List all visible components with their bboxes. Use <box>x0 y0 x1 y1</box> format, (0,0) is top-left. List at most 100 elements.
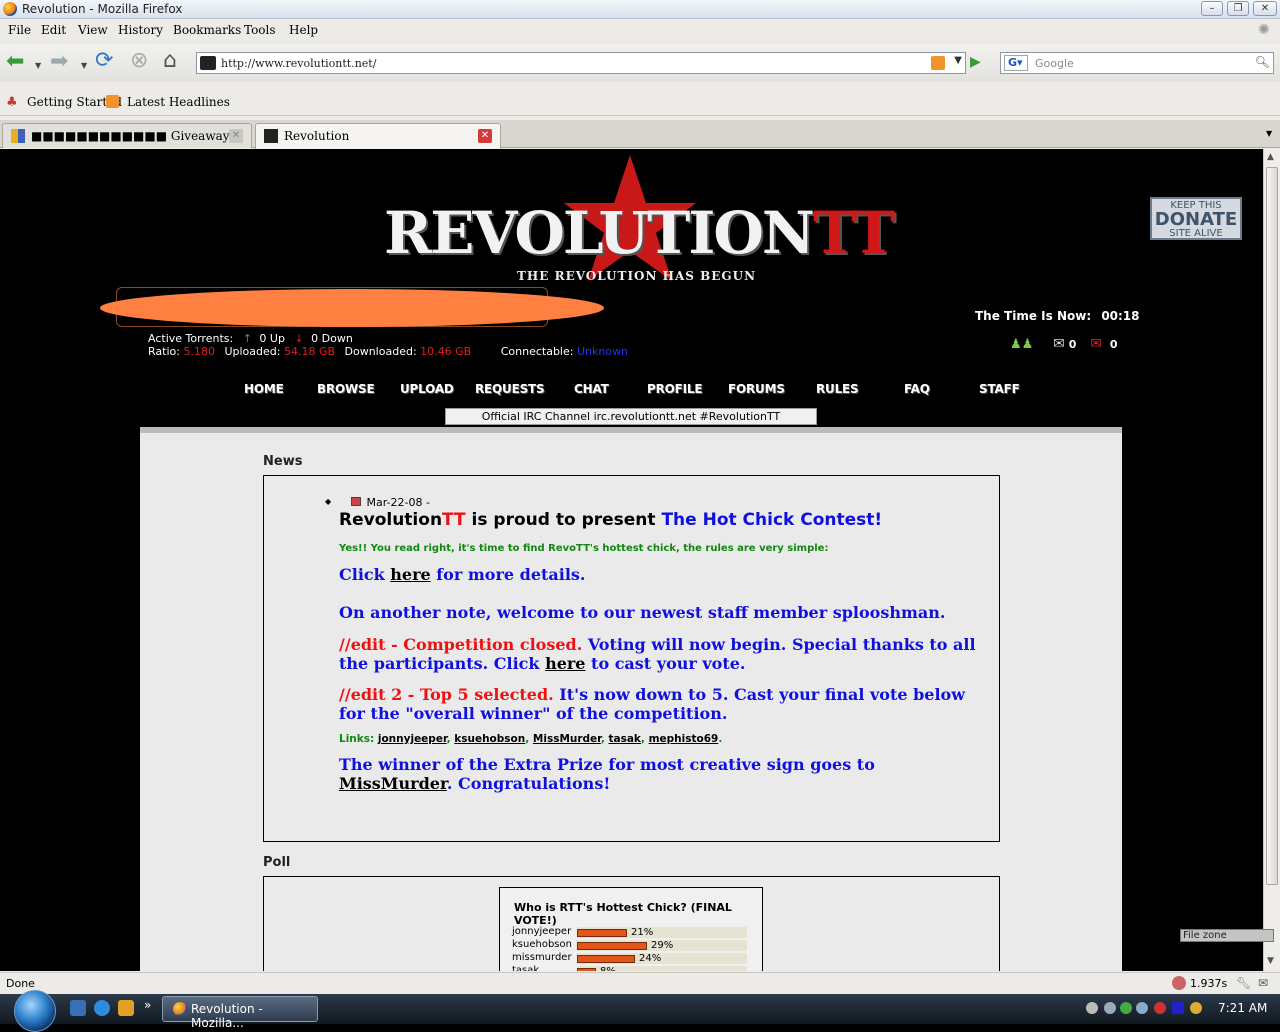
maximize-button[interactable]: ❐ <box>1227 1 1249 16</box>
menu-bar: File Edit View History Bookmarks Tools H… <box>0 20 1280 42</box>
message-icons: ♟♟ ✉ 0 ✉ 0 <box>1010 336 1117 352</box>
headline-contest: The Hot Chick Contest! <box>661 510 883 530</box>
scroll-down-icon[interactable]: ▼ <box>1267 956 1274 966</box>
vote-link[interactable]: here <box>545 654 585 673</box>
tray-icon-3[interactable] <box>1120 1002 1132 1014</box>
nav-chat[interactable]: CHAT <box>574 382 609 396</box>
minimize-button[interactable]: – <box>1201 1 1223 16</box>
home-icon[interactable]: ⌂ <box>163 49 177 73</box>
downloaded-label: Downloaded: <box>344 345 417 358</box>
active-torrents-label: Active Torrents: <box>148 332 234 345</box>
poll-box: Who is RTT's Hottest Chick? (FINAL VOTE!… <box>263 876 1000 971</box>
go-icon[interactable]: ▶ <box>970 54 981 70</box>
winner-link[interactable]: MissMurder <box>339 774 447 793</box>
donate-badge[interactable]: KEEP THIS DONATE SITE ALIVE <box>1150 197 1242 240</box>
google-engine-icon[interactable]: G▾ <box>1004 55 1028 71</box>
nav-upload[interactable]: UPLOAD <box>400 382 454 396</box>
menu-view[interactable]: View <box>78 23 108 37</box>
tools-icon[interactable]: 🔧︎ <box>1236 976 1251 990</box>
inbox-icon[interactable]: ✉ <box>1053 336 1065 352</box>
link-ksuehobson[interactable]: ksuehobson <box>454 733 525 745</box>
media-icon[interactable] <box>1172 1002 1184 1014</box>
nav-faq[interactable]: FAQ <box>904 382 930 396</box>
site-logo[interactable]: REVOLUTIONTT THE REVOLUTION HAS BEGUN <box>380 153 900 293</box>
scroll-up-icon[interactable]: ▲ <box>1267 152 1274 162</box>
tray-icon-4[interactable] <box>1136 1002 1148 1014</box>
edit1-red: //edit - Competition closed. <box>339 635 583 654</box>
menu-bookmarks[interactable]: Bookmarks <box>173 23 241 37</box>
connectable-value: Unknown <box>576 345 629 358</box>
show-desktop-icon[interactable] <box>70 1000 86 1016</box>
close-button[interactable]: ✕ <box>1253 1 1277 16</box>
details-link[interactable]: here <box>390 565 430 584</box>
nav-profile[interactable]: PROFILE <box>647 382 703 396</box>
poll-percent: 21% <box>631 927 654 938</box>
users-icon[interactable]: ♟♟ <box>1010 337 1033 352</box>
down-count: 0 Down <box>311 332 353 345</box>
nav-forums[interactable]: FORUMS <box>728 382 785 396</box>
poll-bar-track: 21% <box>577 927 747 938</box>
menu-history[interactable]: History <box>118 23 163 37</box>
tab-close-icon[interactable]: ✕ <box>478 129 492 143</box>
forward-dropdown-icon[interactable]: ▼ <box>81 54 87 78</box>
reload-icon[interactable]: ⟳ <box>95 49 113 73</box>
window-title: Revolution - Mozilla Firefox <box>22 2 183 16</box>
tray-icon-7[interactable] <box>1190 1002 1202 1014</box>
poll-option-name: missmurder <box>512 952 572 963</box>
link-tasak[interactable]: tasak <box>608 733 640 745</box>
forward-icon[interactable]: ➡ <box>50 50 68 74</box>
tab-revolution[interactable]: Revolution ✕ <box>255 123 501 149</box>
main-panel: News ◆ Mar-22-08 - RevolutionTT is proud… <box>140 427 1122 971</box>
menu-tools[interactable]: Tools <box>244 23 276 37</box>
nav-rules[interactable]: RULES <box>816 382 859 396</box>
search-icon[interactable]: 🔍︎ <box>1255 55 1270 69</box>
bookmark-latest-headlines[interactable]: Latest Headlines <box>127 95 230 109</box>
title-bar: Revolution - Mozilla Firefox – ❐ ✕ <box>0 0 1280 19</box>
site-favicon-icon <box>200 56 216 70</box>
poll-bar-track: 29% <box>577 940 747 951</box>
network-icon[interactable] <box>1104 1002 1116 1014</box>
poll-percent: 29% <box>651 940 674 951</box>
status-text: Done <box>6 977 35 990</box>
tray-icon-1[interactable] <box>1086 1002 1098 1014</box>
throbber-icon: ✺ <box>1258 22 1270 38</box>
tab-bar: ■■■■■■■■■■■■ Giveaway invites ... ✕ Revo… <box>0 120 1280 149</box>
stop-icon[interactable]: ⊗ <box>130 49 148 73</box>
back-dropdown-icon[interactable]: ▼ <box>35 54 41 78</box>
firebug-icon[interactable] <box>1172 976 1186 990</box>
irc-banner: Official IRC Channel irc.revolutiontt.ne… <box>445 408 817 425</box>
mail-icon[interactable]: ✉ <box>1258 976 1268 990</box>
menu-edit[interactable]: Edit <box>41 23 66 37</box>
tab-list-icon[interactable]: ▼ <box>1266 129 1272 138</box>
rss-feed-icon[interactable] <box>931 56 945 70</box>
site-nav: HOME BROWSE UPLOAD REQUESTS CHAT PROFILE… <box>0 382 1263 402</box>
tab-close-icon[interactable]: ✕ <box>229 129 243 143</box>
outbox-icon[interactable]: ✉ <box>1090 336 1102 352</box>
search-box[interactable]: G▾ Google 🔍︎ <box>1000 52 1274 74</box>
address-dropdown-icon[interactable]: ▼ <box>954 55 962 66</box>
nav-browse[interactable]: BROWSE <box>317 382 375 396</box>
link-missmurder[interactable]: MissMurder <box>533 733 601 745</box>
menu-file[interactable]: File <box>8 23 31 37</box>
quicklaunch-icon[interactable] <box>118 1000 134 1016</box>
quicklaunch-more-icon[interactable]: » <box>144 998 151 1012</box>
poll-percent: 8% <box>600 966 616 971</box>
tray-icon-5[interactable] <box>1154 1002 1166 1014</box>
user-stats: Active Torrents: ↑ 0 Up ↓ 0 Down Ratio: … <box>148 332 628 358</box>
tab-giveaway[interactable]: ■■■■■■■■■■■■ Giveaway invites ... ✕ <box>2 123 252 148</box>
address-bar[interactable]: http://www.revolutiontt.net/ ▼ <box>196 52 966 74</box>
news-date: Mar-22-08 - <box>366 496 430 509</box>
ie-icon[interactable] <box>94 1000 110 1016</box>
link-jonnyjeeper[interactable]: jonnyjeeper <box>378 733 447 745</box>
back-icon[interactable]: ⬅ <box>6 50 24 74</box>
start-button[interactable] <box>14 990 56 1032</box>
vertical-scrollbar[interactable]: ▲ ▼ <box>1263 149 1280 971</box>
nav-home[interactable]: HOME <box>244 382 284 396</box>
nav-staff[interactable]: STAFF <box>979 382 1020 396</box>
taskbar-firefox-button[interactable]: Revolution - Mozilla... <box>162 996 318 1030</box>
scroll-thumb[interactable] <box>1266 167 1278 885</box>
menu-help[interactable]: Help <box>289 23 318 37</box>
link-mephisto69[interactable]: mephisto69 <box>649 733 719 745</box>
logo-tt-text: TT <box>812 199 895 267</box>
nav-requests[interactable]: REQUESTS <box>475 382 545 396</box>
